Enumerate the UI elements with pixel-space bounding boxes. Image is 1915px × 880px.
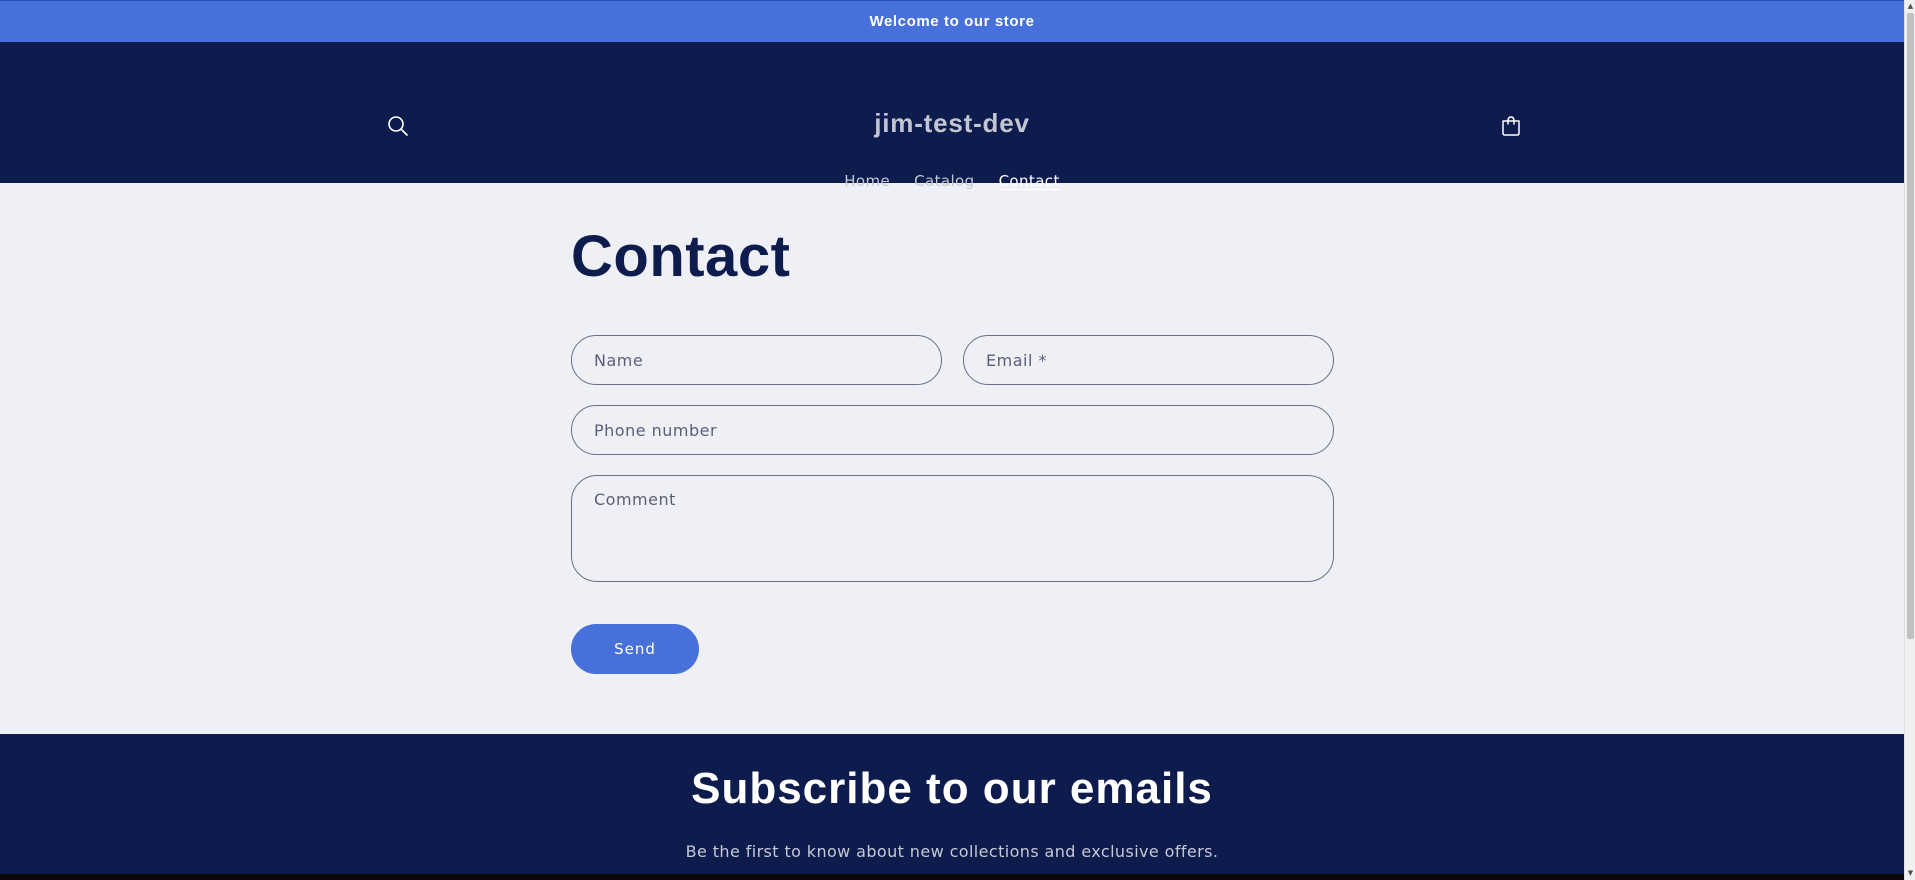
newsletter-title: Subscribe to our emails (691, 764, 1213, 813)
newsletter-text: Be the first to know about new collectio… (685, 842, 1219, 861)
phone-field-placeholder: Phone number (594, 420, 718, 440)
announcement-text: Welcome to our store (869, 13, 1035, 30)
vertical-scrollbar[interactable]: ▲ ▼ (1904, 0, 1915, 880)
send-button-label: Send (614, 640, 656, 658)
store-logo: jim-test-dev (0, 108, 1904, 139)
name-field[interactable]: Name (571, 335, 942, 385)
scroll-thumb[interactable] (1907, 13, 1914, 639)
store-page: Welcome to our store jim-test-dev Home C… (0, 0, 1904, 880)
comment-field[interactable]: Comment (571, 475, 1334, 582)
cart-icon (1502, 116, 1520, 136)
email-field-placeholder: Email * (986, 350, 1047, 370)
announcement-bar: Welcome to our store (0, 0, 1904, 42)
store-name-link[interactable]: jim-test-dev (874, 108, 1030, 138)
scroll-down-arrow-icon[interactable]: ▼ (1906, 869, 1915, 878)
newsletter-section: Subscribe to our emails Be the first to … (0, 734, 1904, 880)
contact-section: Contact Name Email * Phone number Commen… (0, 183, 1904, 734)
comment-field-placeholder: Comment (594, 490, 676, 509)
site-header: jim-test-dev Home Catalog Contact (0, 42, 1904, 190)
scroll-up-arrow-icon[interactable]: ▲ (1906, 2, 1915, 11)
cart-button[interactable] (1493, 108, 1529, 144)
send-button[interactable]: Send (571, 624, 699, 674)
page-title: Contact (571, 224, 791, 289)
browser-viewport: Welcome to our store jim-test-dev Home C… (0, 0, 1915, 880)
email-field[interactable]: Email * (963, 335, 1334, 385)
name-field-placeholder: Name (594, 350, 644, 370)
page-bottom-edge (0, 874, 1904, 880)
phone-field[interactable]: Phone number (571, 405, 1334, 455)
